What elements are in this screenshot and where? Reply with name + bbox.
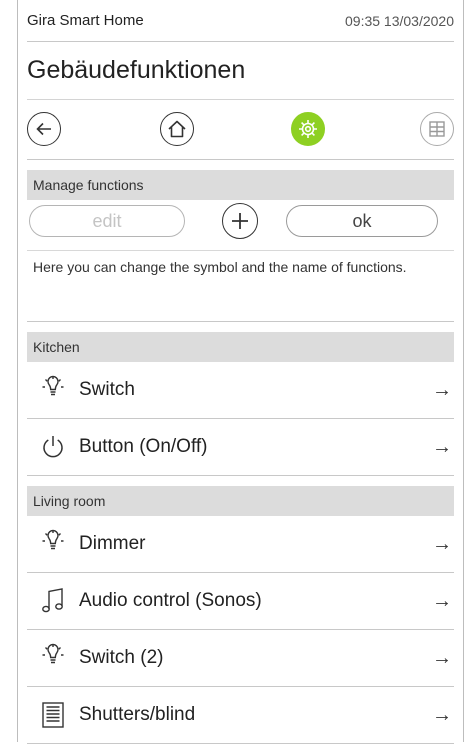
grid-view-button[interactable] xyxy=(420,112,454,146)
function-row-switch-2[interactable]: Switch (2) → xyxy=(27,630,454,687)
function-label: Audio control (Sonos) xyxy=(79,590,262,611)
power-icon xyxy=(27,419,79,476)
plus-icon xyxy=(232,213,248,229)
datetime: 09:35 13/03/2020 xyxy=(345,12,454,29)
edit-button[interactable]: edit xyxy=(29,205,185,237)
shutter-icon xyxy=(27,687,79,744)
settings-button[interactable] xyxy=(291,112,325,146)
chevron-right-icon: → xyxy=(432,436,452,458)
back-button[interactable] xyxy=(27,112,61,146)
app-frame: Gira Smart Home 09:35 13/03/2020 Gebäude… xyxy=(17,0,464,744)
manage-actions: edit ok xyxy=(27,200,454,250)
function-row-audio-control[interactable]: Audio control (Sonos) → xyxy=(27,573,454,630)
room-header-kitchen: Kitchen xyxy=(27,332,454,362)
function-row-button-on-off[interactable]: Button (On/Off) → xyxy=(27,419,454,476)
chevron-right-icon: → xyxy=(432,533,452,555)
manage-functions-header: Manage functions xyxy=(27,170,454,200)
back-arrow-icon xyxy=(36,122,51,136)
function-label: Button (On/Off) xyxy=(79,436,208,457)
chevron-right-icon: → xyxy=(432,379,452,401)
chevron-right-icon: → xyxy=(432,647,452,669)
function-label: Dimmer xyxy=(79,533,146,554)
light-bulb-icon xyxy=(27,516,79,573)
chevron-right-icon: → xyxy=(432,704,452,726)
grid-icon xyxy=(429,121,445,137)
app-name: Gira Smart Home xyxy=(27,12,144,29)
ok-button[interactable]: ok xyxy=(286,205,438,237)
app-content: Gira Smart Home 09:35 13/03/2020 Gebäude… xyxy=(27,0,454,744)
function-label: Switch (2) xyxy=(79,647,164,668)
settings-gear-icon xyxy=(299,120,317,138)
chevron-right-icon: → xyxy=(432,590,452,612)
home-icon xyxy=(168,120,186,138)
add-button[interactable] xyxy=(222,203,258,239)
function-row-dimmer[interactable]: Dimmer → xyxy=(27,516,454,573)
status-bar: Gira Smart Home 09:35 13/03/2020 xyxy=(27,0,454,42)
function-label: Shutters/blind xyxy=(79,704,196,725)
light-bulb-icon xyxy=(27,630,79,687)
page-title: Gebäudefunktionen xyxy=(27,42,454,100)
function-row-shutters-blind[interactable]: Shutters/blind → xyxy=(27,687,454,744)
room-header-living-room: Living room xyxy=(27,486,454,516)
music-note-icon xyxy=(27,573,79,630)
navigation-bar xyxy=(27,100,454,160)
manage-description: Here you can change the symbol and the n… xyxy=(27,250,454,322)
home-button[interactable] xyxy=(160,112,194,146)
light-bulb-icon xyxy=(27,362,79,419)
function-row-switch[interactable]: Switch → xyxy=(27,362,454,419)
function-label: Switch xyxy=(79,379,135,400)
